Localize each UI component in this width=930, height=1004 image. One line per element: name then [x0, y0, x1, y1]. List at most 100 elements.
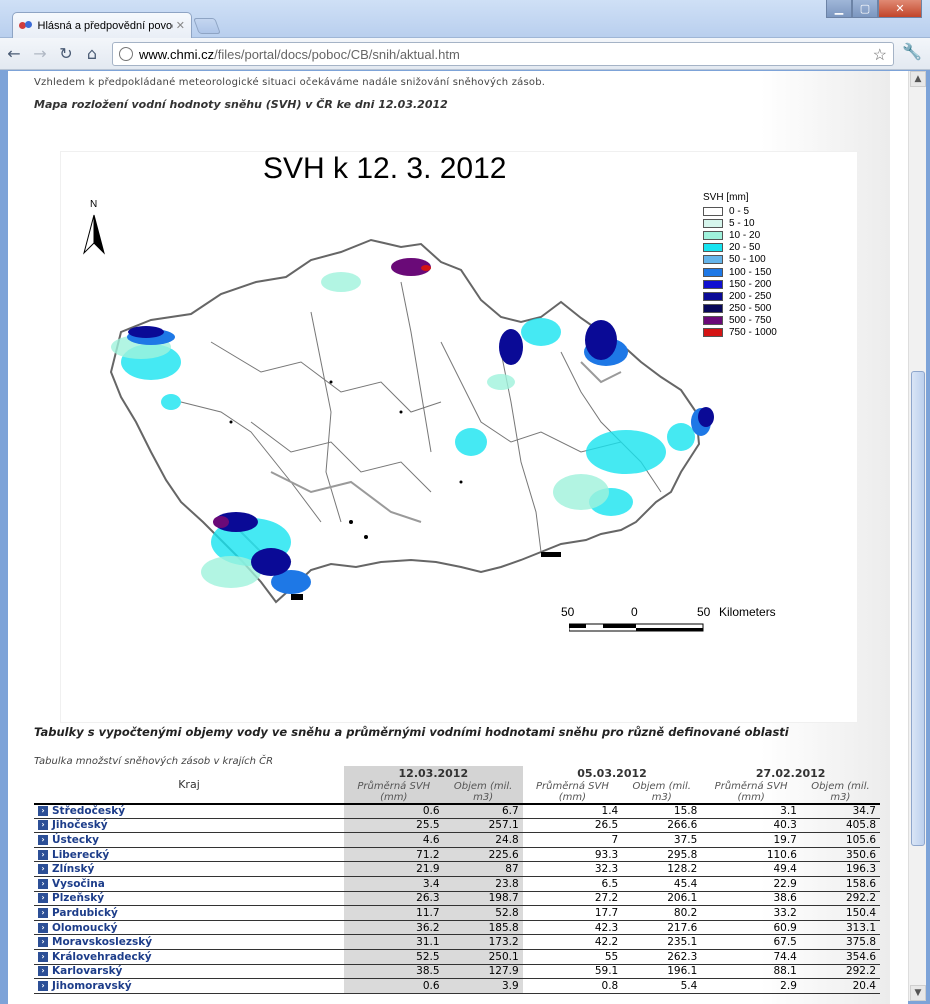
kraj-link[interactable]: › Královehradecký: [34, 950, 344, 965]
legend-swatch: [703, 316, 723, 326]
table-cell: 55: [604, 950, 619, 963]
maximize-button[interactable]: ▢: [852, 0, 878, 18]
scroll-down-icon[interactable]: ▼: [910, 985, 926, 1001]
forward-arrow-icon[interactable]: →: [28, 42, 52, 66]
window-controls: ▁ ▢ ✕: [826, 0, 922, 18]
arrow-bullet-icon: ›: [38, 849, 48, 860]
table-cell: 206.1: [667, 892, 698, 905]
legend-swatch: [703, 243, 723, 253]
table-cell: 3.1: [780, 805, 797, 818]
table-cell: 22.9: [773, 877, 797, 890]
legend-label: 500 - 750: [729, 315, 772, 327]
table-row: › Jihočeský 25.5 257.1 26.5 266.6 40.3 405.8: [34, 818, 880, 833]
table-row: › Královehradecký 52.5 250.1 55 262.3 74.4 354.…: [34, 949, 880, 965]
table-cell: 74.4: [773, 950, 797, 963]
legend-item: 10 - 20: [703, 229, 777, 241]
arrow-bullet-icon: ›: [38, 835, 48, 846]
kraj-link[interactable]: › Plzeňský: [34, 891, 344, 906]
scroll-up-icon[interactable]: ▲: [910, 71, 926, 87]
table-cell: 185.8: [443, 920, 523, 935]
kraj-link[interactable]: › Karlovarský: [34, 964, 344, 979]
new-tab-button[interactable]: [193, 18, 221, 34]
close-window-button[interactable]: ✕: [878, 0, 922, 18]
kraj-link[interactable]: › Moravskoslezský: [34, 935, 344, 950]
home-icon[interactable]: ⌂: [80, 42, 104, 66]
legend-swatch: [703, 218, 723, 228]
sub-objem-3: Objem (mil. m3): [800, 780, 880, 805]
table-cell: 42.3: [594, 921, 619, 934]
address-bar[interactable]: www.chmi.cz/files/portal/docs/poboc/CB/s…: [112, 42, 894, 66]
legend-item: 0 - 5: [703, 205, 777, 217]
page-info-icon[interactable]: [119, 47, 133, 61]
legend-label: 150 - 200: [729, 278, 772, 290]
kraj-name: Královehradecký: [52, 950, 152, 963]
scroll-thumb[interactable]: [911, 371, 925, 846]
table-cell: 266.6: [667, 819, 698, 832]
minimize-button[interactable]: ▁: [826, 0, 852, 18]
table-cell: 375.8: [845, 936, 876, 949]
table-cell: 33.2: [773, 907, 797, 920]
table-cell: 52.5: [344, 949, 444, 965]
arrow-bullet-icon: ›: [38, 864, 48, 875]
legend-swatch: [703, 255, 723, 265]
table-row: › Pardubický 11.7 52.8 17.7 80.2 33.2 150.4: [34, 905, 880, 921]
table-cell: 93.3: [594, 848, 619, 861]
legend-item: 150 - 200: [703, 278, 777, 290]
table-row: › Ústecky 4.6 24.8 7 37.5 19.7 105.6: [34, 832, 880, 848]
kraj-link[interactable]: › Jihočeský: [34, 818, 344, 833]
kraj-link[interactable]: › Ústecky: [34, 833, 344, 848]
table-cell: 17.7: [594, 907, 619, 920]
legend-swatch: [703, 328, 723, 338]
table-cell: 31.1: [344, 934, 444, 950]
kraje-table: Kraj 12.03.2012 05.03.2012 27.02.2012 Pr…: [34, 766, 880, 994]
bookmark-star-icon[interactable]: ☆: [873, 45, 887, 65]
table-cell: 26.3: [344, 891, 444, 906]
table-cell: 350.6: [845, 848, 876, 861]
table-cell: 34.7: [852, 805, 876, 818]
table-cell: 27.2: [594, 892, 619, 905]
kraj-link[interactable]: › Středočeský: [34, 804, 344, 819]
kraj-link[interactable]: › Olomoucký: [34, 920, 344, 935]
kraj-link[interactable]: › Pardubický: [34, 906, 344, 921]
legend-label: 100 - 150: [729, 266, 772, 278]
wrench-menu-icon[interactable]: 🔧: [902, 42, 922, 61]
kraj-link[interactable]: › Jihomoravský: [34, 979, 344, 994]
legend-swatch: [703, 279, 723, 289]
table-cell: 196.1: [667, 965, 698, 978]
url-path: /files/portal/docs/poboc/CB/snih/aktual.…: [214, 46, 460, 62]
kraj-link[interactable]: › Liberecký: [34, 847, 344, 862]
table-row: › Olomoucký 36.2 185.8 42.3 217.6 60.9 313.1: [34, 920, 880, 935]
table-cell: 19.7: [773, 834, 797, 847]
kraj-link[interactable]: › Zlínský: [34, 862, 344, 877]
table-cell: 26.5: [594, 819, 619, 832]
kraj-name: Karlovarský: [52, 965, 123, 978]
table-cell: 257.1: [443, 818, 523, 833]
arrow-bullet-icon: ›: [38, 951, 48, 962]
table-cell: 38.5: [344, 964, 444, 979]
kraj-link[interactable]: › Vysočina: [34, 877, 344, 892]
legend-item: 5 - 10: [703, 217, 777, 229]
table-cell: 80.2: [673, 907, 698, 920]
legend-swatch: [703, 206, 723, 216]
table-cell: 21.9: [344, 861, 444, 877]
table-row: › Středočeský 0.6 6.7 1.4 15.8 3.1 34.7: [34, 803, 880, 819]
table-cell: 292.2: [845, 965, 876, 978]
vertical-scrollbar[interactable]: ▲ ▼: [908, 71, 926, 1001]
table-row: › Plzeňský 26.3 198.7 27.2 206.1 38.6 292.2: [34, 891, 880, 906]
map-heading: Mapa rozložení vodní hodnoty sněhu (SVH)…: [34, 98, 448, 111]
table-cell: 11.7: [344, 905, 444, 921]
table-cell: 0.6: [344, 803, 444, 819]
sub-objem-2: Objem (mil. m3): [622, 780, 702, 805]
table-cell: 23.8: [443, 876, 523, 892]
table-cell: 15.8: [673, 805, 698, 818]
scale-right-label: 50: [697, 605, 711, 619]
back-arrow-icon[interactable]: ←: [2, 42, 26, 66]
arrow-bullet-icon: ›: [38, 937, 48, 948]
intro-text: Vzhledem k předpokládané meteorologické …: [34, 77, 546, 88]
sub-svh-3: Průměrná SVH (mm): [701, 780, 801, 805]
reload-icon[interactable]: ↻: [54, 42, 78, 66]
browser-tab[interactable]: Hlásná a předpovědní povodňová služba ✕: [12, 12, 192, 38]
tab-close-icon[interactable]: ✕: [176, 19, 185, 32]
table-row: › Vysočina 3.4 23.8 6.5 45.4 22.9 158.6: [34, 876, 880, 892]
arrow-bullet-icon: ›: [38, 908, 48, 919]
